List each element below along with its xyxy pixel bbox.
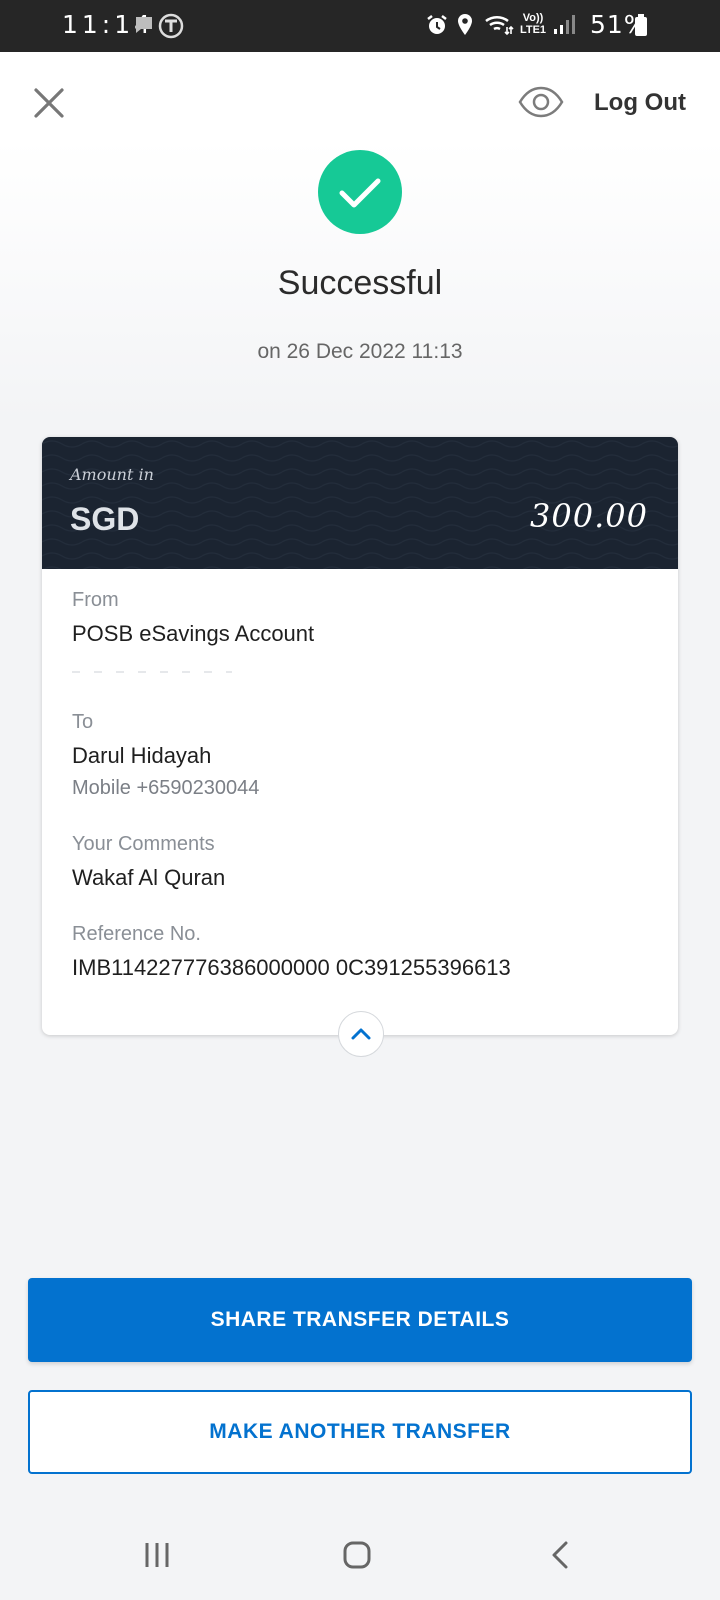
chevron-up-icon	[351, 1028, 371, 1040]
masked-account-number	[72, 671, 232, 673]
t-badge-icon	[158, 13, 184, 39]
transfer-details-card: Amount in SGD 300.00 From POSB eSavings …	[42, 437, 678, 1057]
amount-value: 300.00	[530, 497, 648, 535]
recipient-name: Darul Hidayah	[72, 743, 212, 768]
signal-icon	[554, 15, 575, 34]
comments-value: Wakaf Al Quran	[72, 865, 226, 890]
collapse-details-button[interactable]	[338, 1011, 384, 1057]
reference-number: IMB114227776386000000 0C391255396613	[72, 955, 511, 980]
amount-label: Amount in	[70, 465, 154, 484]
transfer-success-screen: 11:14 Vo)) LTE1 51% Log Out Successful o…	[0, 0, 720, 1600]
logout-button[interactable]: Log Out	[580, 86, 700, 120]
amount-header: Amount in SGD 300.00	[42, 437, 678, 569]
volte-lte-indicator: Vo)) LTE1	[518, 12, 548, 36]
share-transfer-details-button[interactable]: SHARE TRANSFER DETAILS	[28, 1278, 692, 1362]
alarm-icon	[427, 15, 447, 34]
make-another-transfer-button[interactable]: MAKE ANOTHER TRANSFER	[28, 1390, 692, 1474]
currency-code: SGD	[70, 501, 140, 537]
back-icon[interactable]	[546, 1540, 576, 1570]
success-title: Successful	[277, 264, 443, 302]
reference-label: Reference No.	[72, 923, 201, 945]
wifi-icon	[485, 16, 514, 36]
to-label: To	[72, 711, 94, 733]
close-icon[interactable]	[32, 86, 66, 120]
location-icon	[458, 14, 472, 35]
eye-icon[interactable]	[518, 84, 564, 120]
checkmark-icon	[339, 178, 381, 208]
success-badge	[318, 150, 402, 234]
recipient-mobile: Mobile +6590230044	[72, 777, 260, 799]
volte-label: Vo))	[522, 12, 544, 24]
lte-label: LTE1	[519, 24, 547, 36]
from-account: POSB eSavings Account	[72, 621, 315, 646]
home-icon[interactable]	[342, 1540, 372, 1570]
message-icon	[136, 17, 152, 33]
recent-apps-icon[interactable]	[142, 1540, 172, 1570]
transfer-date: on 26 Dec 2022 11:13	[257, 340, 463, 363]
from-label: From	[72, 589, 119, 611]
status-bar: 11:14 Vo)) LTE1 51%	[0, 0, 720, 52]
battery-icon	[635, 14, 647, 36]
comments-label: Your Comments	[72, 833, 215, 855]
